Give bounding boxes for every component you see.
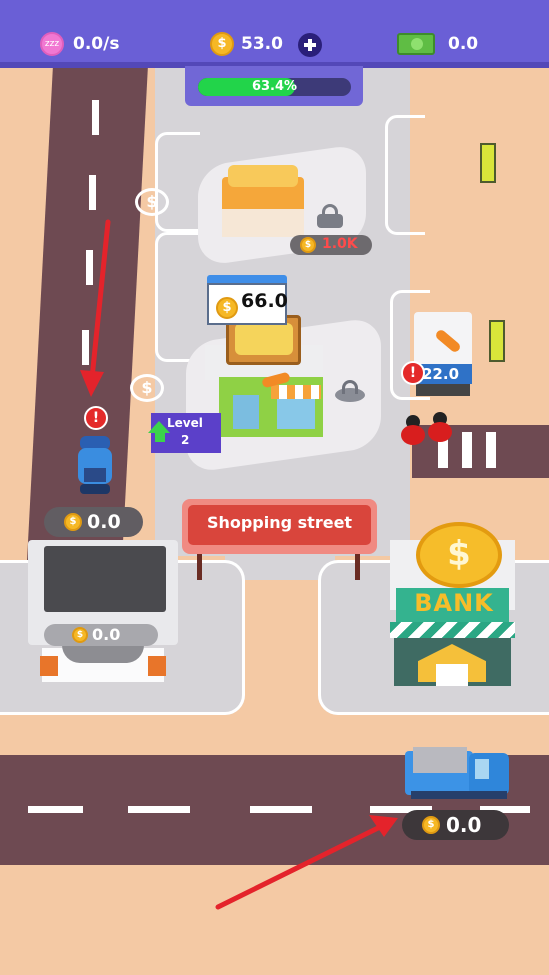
cash-balance-value: 0.0: [448, 34, 479, 54]
top-bar: [0, 0, 549, 66]
tutorial-arrow-line: [215, 825, 381, 910]
tutorial-arrow-line: [89, 219, 111, 381]
coin-balance-value: 53.0: [241, 34, 283, 54]
income-rate-value: 0.0/s: [73, 34, 120, 54]
tutorial-arrow-head: [80, 370, 104, 397]
add-coins-button[interactable]: [298, 33, 322, 57]
income-rate-icon: zzz: [40, 32, 64, 56]
cash-stack-icon: [397, 33, 435, 55]
coin-icon: $: [210, 32, 234, 56]
progress-label: 63.4%: [251, 79, 298, 94]
progress-track: 63.4%: [198, 78, 351, 96]
tutorial-arrow: [80, 219, 398, 910]
tutorial-arrow-head: [369, 815, 398, 837]
